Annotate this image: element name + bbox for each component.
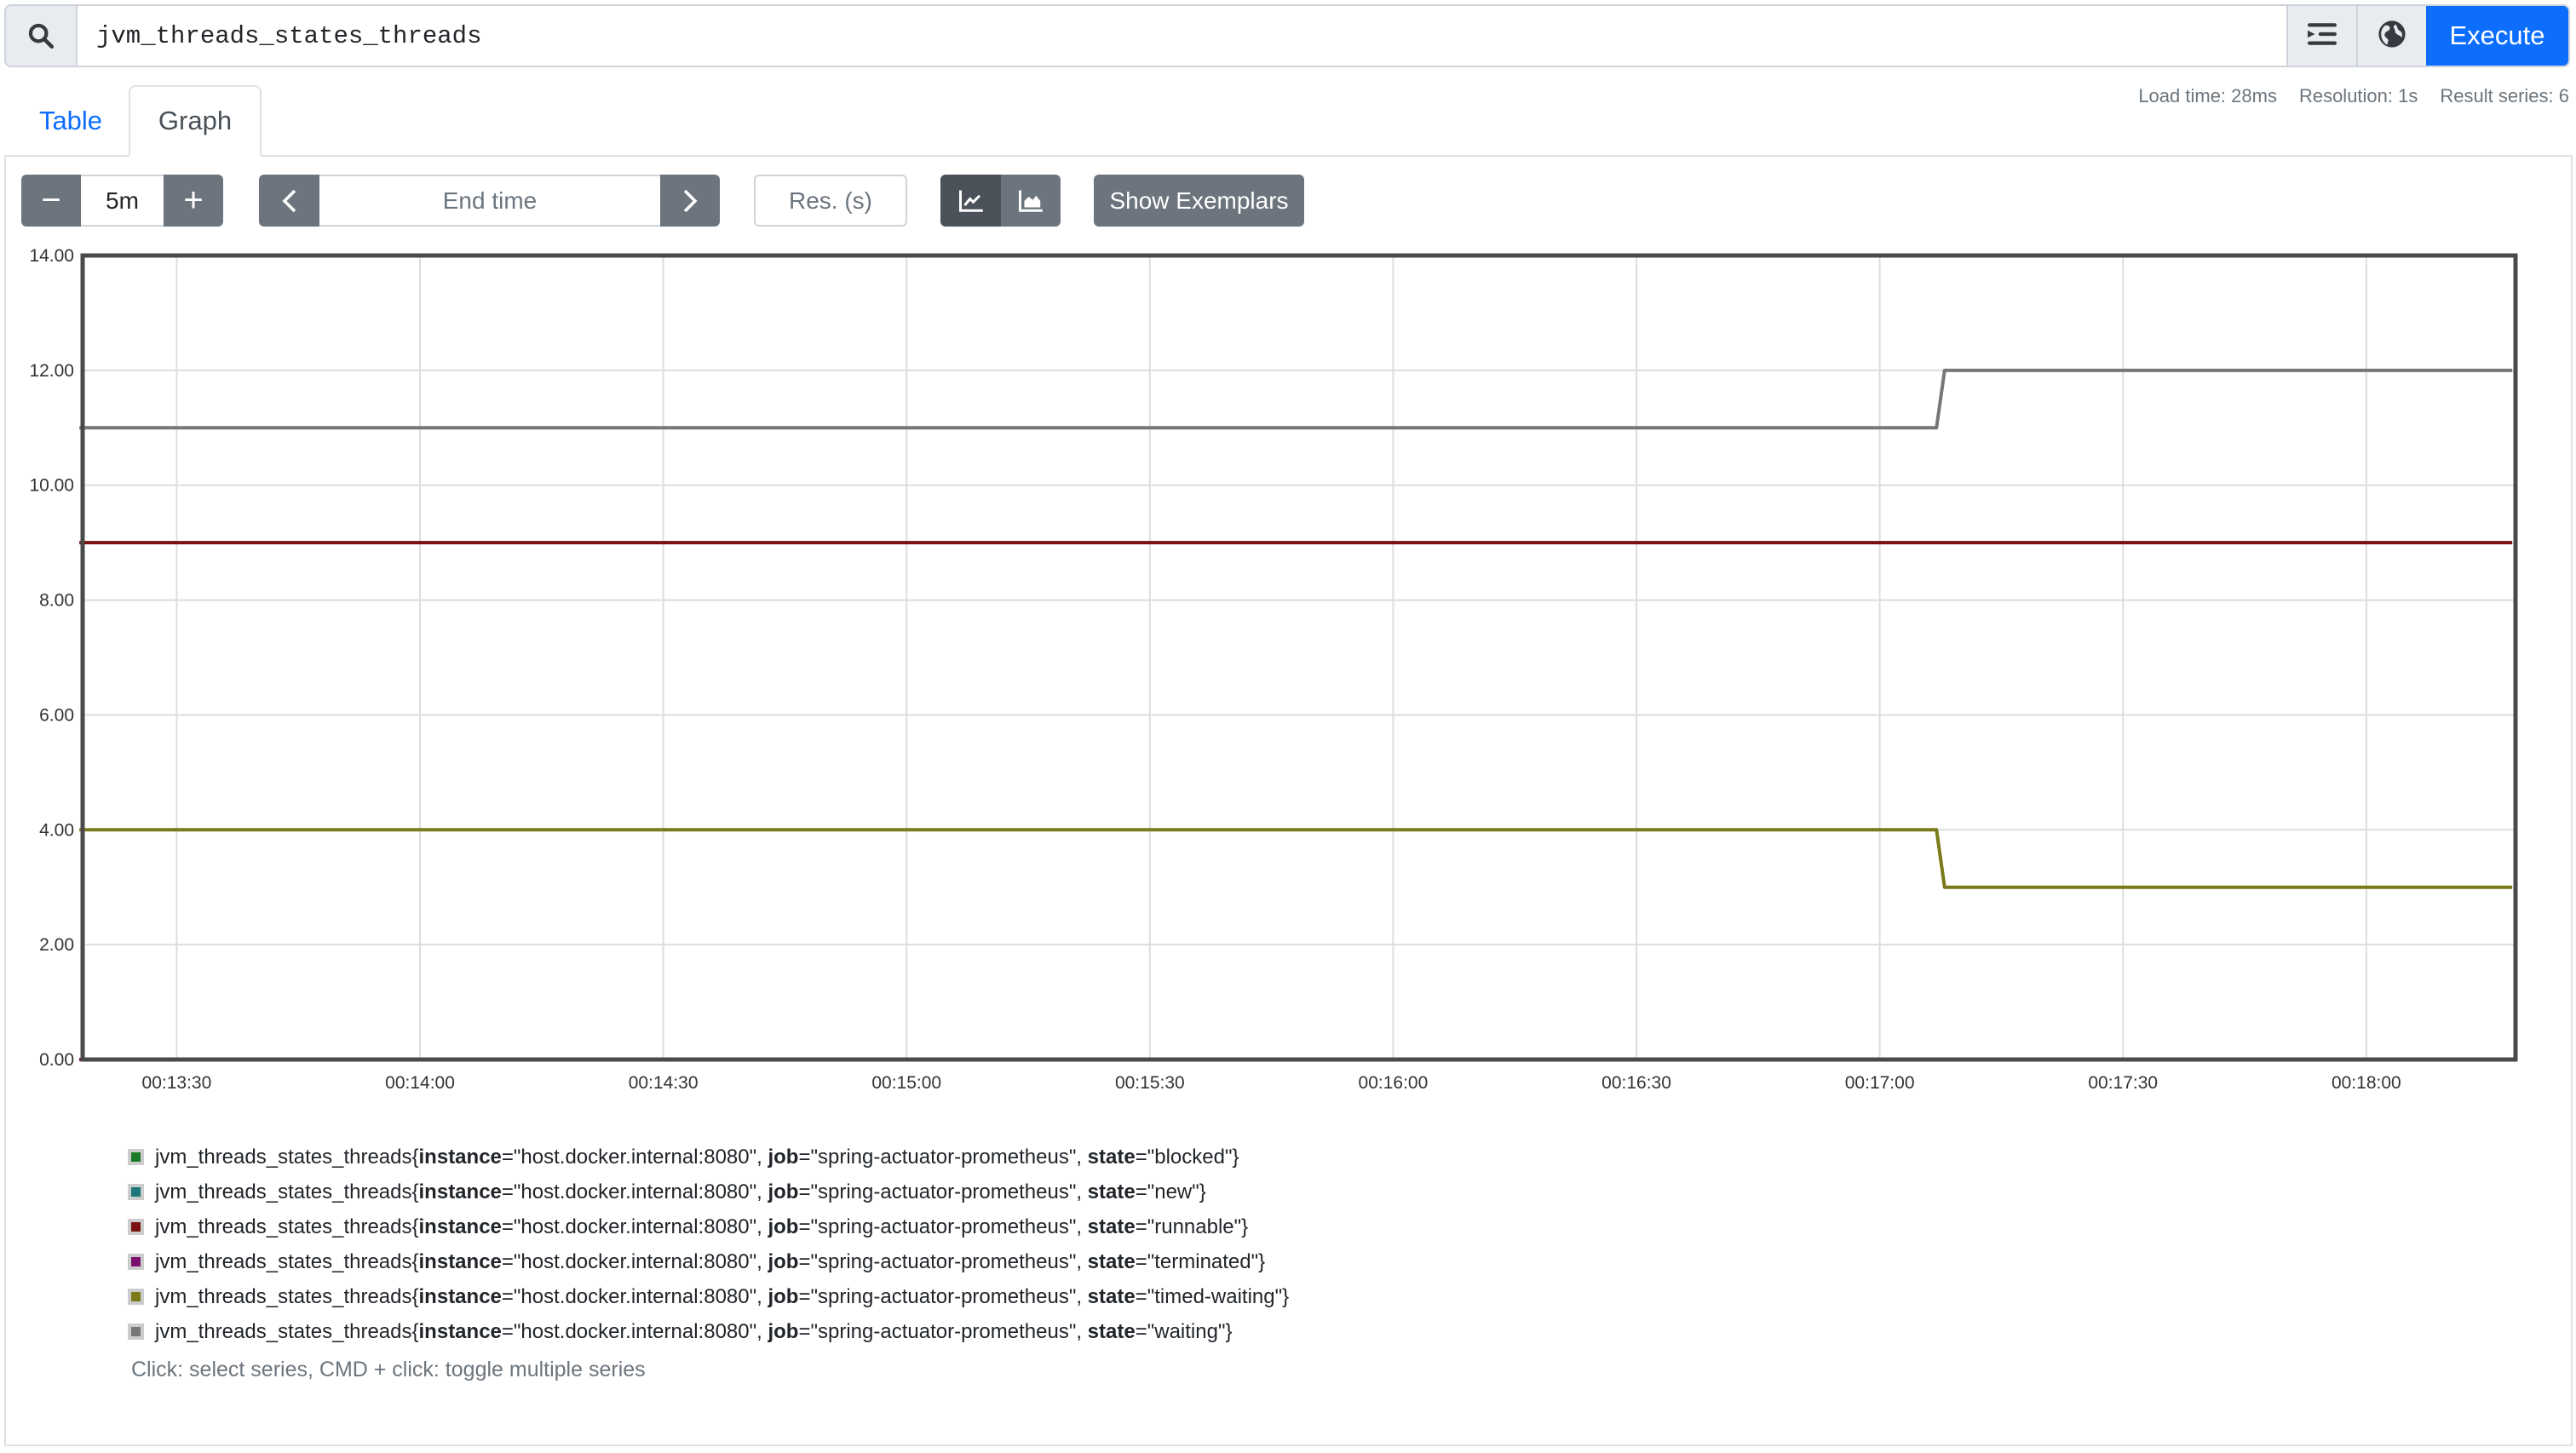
format-indent-icon <box>2308 21 2337 51</box>
chevron-right-icon <box>683 189 698 212</box>
legend-item[interactable]: jvm_threads_states_threads{instance="hos… <box>128 1314 1289 1349</box>
execute-button[interactable]: Execute <box>2426 6 2568 66</box>
y-tick-label: 10.00 <box>29 476 74 496</box>
legend-item[interactable]: jvm_threads_states_threads{instance="hos… <box>128 1279 1289 1314</box>
legend-swatch <box>128 1254 144 1270</box>
query-bar: jvm_threads_states_threads Execute <box>4 4 2570 67</box>
y-tick-label: 0.00 <box>39 1050 74 1070</box>
stacked-chart-mode-button[interactable] <box>1001 175 1061 227</box>
y-tick-label: 4.00 <box>39 820 74 840</box>
x-tick-label: 00:16:30 <box>1601 1073 1671 1093</box>
legend-swatch <box>128 1149 144 1165</box>
x-tick-label: 00:14:30 <box>629 1073 699 1093</box>
legend-swatch <box>128 1219 144 1235</box>
y-tick-label: 8.00 <box>39 591 74 611</box>
result-series: Result series: 6 <box>2440 85 2569 106</box>
legend-label: jvm_threads_states_threads{instance="hos… <box>155 1319 1233 1343</box>
line-chart-icon <box>958 190 983 212</box>
legend-item[interactable]: jvm_threads_states_threads{instance="hos… <box>128 1140 1289 1174</box>
x-tick-label: 00:17:30 <box>2088 1073 2158 1093</box>
range-input[interactable]: 5m <box>81 175 164 227</box>
metrics-explorer-button[interactable] <box>2356 6 2426 66</box>
end-time-input[interactable]: End time <box>319 175 660 227</box>
y-tick-label: 6.00 <box>39 705 74 725</box>
legend-label: jvm_threads_states_threads{instance="hos… <box>155 1180 1206 1203</box>
legend-label: jvm_threads_states_threads{instance="hos… <box>155 1249 1266 1273</box>
legend-item[interactable]: jvm_threads_states_threads{instance="hos… <box>128 1174 1289 1209</box>
x-tick-label: 00:13:30 <box>142 1073 212 1093</box>
y-tick-label: 14.00 <box>29 246 74 266</box>
area-chart-icon <box>1019 190 1043 212</box>
x-tick-label: 00:16:00 <box>1359 1073 1429 1093</box>
load-time: Load time: 28ms <box>2138 85 2277 106</box>
tab-graph[interactable]: Graph <box>129 85 262 157</box>
tab-table[interactable]: Table <box>15 85 126 157</box>
increase-range-button[interactable]: + <box>164 175 223 227</box>
x-tick-label: 00:17:00 <box>1845 1073 1915 1093</box>
x-tick-label: 00:14:00 <box>385 1073 455 1093</box>
globe-icon <box>2378 20 2406 53</box>
line-chart-mode-button[interactable] <box>940 175 1001 227</box>
resolution-input[interactable]: Res. (s) <box>754 175 907 227</box>
plot-frame <box>80 253 2518 1062</box>
legend-swatch <box>128 1324 144 1340</box>
legend-swatch <box>128 1184 144 1200</box>
resolution: Resolution: 1s <box>2298 85 2418 106</box>
previous-time-button[interactable] <box>259 175 319 227</box>
y-tick-label: 2.00 <box>39 935 74 955</box>
x-tick-label: 00:15:30 <box>1115 1073 1185 1093</box>
chevron-left-icon <box>281 189 296 212</box>
legend-item[interactable]: jvm_threads_states_threads{instance="hos… <box>128 1209 1289 1244</box>
legend-hint: Click: select series, CMD + click: toggl… <box>131 1358 646 1381</box>
format-expression-button[interactable] <box>2286 6 2356 66</box>
series-line-timed-waiting[interactable] <box>79 828 2513 889</box>
legend-label: jvm_threads_states_threads{instance="hos… <box>155 1284 1290 1308</box>
y-tick-label: 12.00 <box>29 361 74 381</box>
show-exemplars-button[interactable]: Show Exemplars <box>1094 175 1304 227</box>
legend-label: jvm_threads_states_threads{instance="hos… <box>155 1215 1249 1238</box>
decrease-range-button[interactable]: − <box>21 175 81 227</box>
legend-item[interactable]: jvm_threads_states_threads{instance="hos… <box>128 1244 1289 1279</box>
x-tick-label: 00:18:00 <box>2332 1073 2401 1093</box>
query-input[interactable]: jvm_threads_states_threads <box>78 6 2286 66</box>
x-tick-label: 00:15:00 <box>871 1073 941 1093</box>
legend-label: jvm_threads_states_threads{instance="hos… <box>155 1145 1239 1169</box>
legend-swatch <box>128 1289 144 1305</box>
series-line-waiting[interactable] <box>79 368 2513 430</box>
time-series-chart[interactable]: 0.00 2.00 4.00 6.00 8.00 10.00 12.00 14.00 00:13… <box>0 238 2576 1107</box>
next-time-button[interactable] <box>660 175 720 227</box>
legend: jvm_threads_states_threads{instance="hos… <box>128 1140 1289 1349</box>
query-stats: Load time: 28ms Resolution: 1s Result se… <box>2138 85 2569 107</box>
search-icon <box>6 6 78 66</box>
